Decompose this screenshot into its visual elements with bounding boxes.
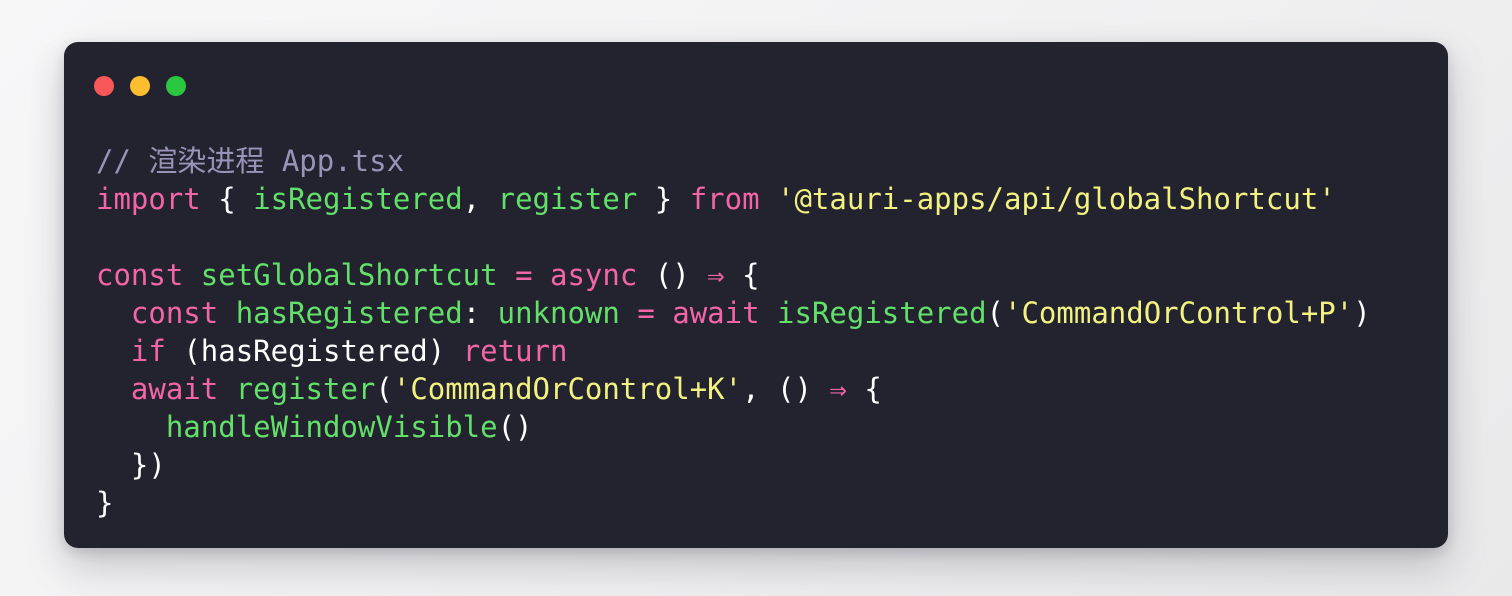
code-token-punct: { bbox=[742, 258, 760, 292]
code-token-punct: : bbox=[462, 296, 481, 330]
code-token-punct: , bbox=[462, 182, 481, 216]
code-token-keyword: const bbox=[96, 258, 184, 292]
code-token-func: handleWindowVisible bbox=[165, 410, 498, 444]
code-token-punct: () bbox=[654, 258, 690, 292]
code-line: import { isRegistered, register } from '… bbox=[96, 180, 1448, 218]
code-line: const hasRegistered: unknown = await isR… bbox=[96, 294, 1448, 332]
code-token-func: register bbox=[235, 372, 376, 406]
code-token-keyword: const bbox=[130, 296, 219, 330]
code-token-func: isRegistered bbox=[253, 182, 463, 216]
code-token-punct: () bbox=[497, 410, 533, 444]
close-window-button[interactable] bbox=[94, 76, 114, 96]
code-token-comment: // 渲染进程 App.tsx bbox=[96, 144, 405, 178]
code-line: await register('CommandOrControl+K', () … bbox=[96, 370, 1448, 408]
code-token-func: hasRegistered bbox=[235, 296, 463, 330]
minimize-window-button[interactable] bbox=[130, 76, 150, 96]
code-token-func: unknown bbox=[497, 296, 620, 330]
code-token-punct: { bbox=[864, 372, 882, 406]
code-line: } bbox=[96, 484, 1448, 522]
code-line: // 渲染进程 App.tsx bbox=[96, 142, 1448, 180]
code-token-punct: , bbox=[742, 372, 760, 406]
code-token-string: 'CommandOrControl+P' bbox=[1004, 296, 1354, 330]
code-token-punct: ( bbox=[375, 372, 393, 406]
code-token-punct: ( bbox=[986, 296, 1005, 330]
maximize-window-button[interactable] bbox=[166, 76, 186, 96]
code-token-plain: hasRegistered bbox=[200, 334, 428, 368]
code-token-arrow: ⇒ bbox=[707, 258, 725, 292]
code-token-keyword: from bbox=[689, 182, 760, 216]
code-token-keyword: = bbox=[637, 296, 655, 330]
code-token-punct: { bbox=[218, 182, 236, 216]
code-token-func: isRegistered bbox=[777, 296, 987, 330]
window-titlebar bbox=[94, 76, 186, 96]
code-token-keyword: async bbox=[550, 258, 638, 292]
code-token-punct: () bbox=[777, 372, 812, 406]
code-line: }) bbox=[96, 446, 1448, 484]
code-token-func: register bbox=[497, 182, 638, 216]
code-token-punct: } bbox=[96, 486, 114, 520]
code-token-punct: ( bbox=[183, 334, 201, 368]
code-token-func: setGlobalShortcut bbox=[200, 258, 498, 292]
code-token-string: 'CommandOrControl+K' bbox=[392, 372, 743, 406]
code-line: handleWindowVisible() bbox=[96, 408, 1448, 446]
code-token-punct: }) bbox=[130, 448, 166, 482]
code-window-card: // 渲染进程 App.tsx import { isRegistered, re… bbox=[64, 42, 1448, 548]
screenshot-stage: // 渲染进程 App.tsx import { isRegistered, re… bbox=[0, 0, 1512, 596]
code-token-keyword: if bbox=[130, 334, 166, 368]
code-token-punct: ) bbox=[1353, 296, 1371, 330]
code-line: const setGlobalShortcut = async () ⇒ { bbox=[96, 256, 1448, 294]
code-token-arrow: ⇒ bbox=[829, 372, 847, 406]
code-token-keyword: = bbox=[515, 258, 533, 292]
code-token-keyword: await bbox=[672, 296, 760, 330]
code-token-punct: ) bbox=[427, 334, 446, 368]
code-token-punct: } bbox=[654, 182, 673, 216]
code-block: // 渲染进程 App.tsx import { isRegistered, re… bbox=[96, 142, 1448, 522]
code-line: if (hasRegistered) return bbox=[96, 332, 1448, 370]
code-token-keyword: import bbox=[96, 182, 201, 216]
code-token-keyword: return bbox=[462, 334, 568, 368]
code-token-keyword: await bbox=[130, 372, 219, 406]
code-token-string: '@tauri-apps/api/globalShortcut' bbox=[777, 182, 1336, 216]
